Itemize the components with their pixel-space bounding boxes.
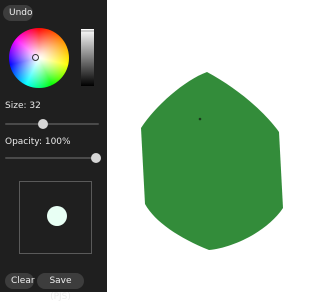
size-slider-thumb[interactable]: [38, 119, 48, 129]
opacity-slider-thumb[interactable]: [91, 153, 101, 163]
brush-preview: [19, 181, 92, 254]
save-button[interactable]: Save (PJS): [37, 273, 84, 302]
cursor-dot: [198, 117, 202, 121]
canvas-surface: [141, 72, 283, 250]
brightness-slider[interactable]: [81, 29, 94, 86]
drawing-canvas[interactable]: [107, 0, 320, 292]
brush-preview-dot: [47, 206, 67, 226]
size-slider-track[interactable]: [5, 123, 99, 125]
tool-panel: Undo Size: 32 Opacity: 100% Clear Save (…: [0, 0, 107, 302]
opacity-label: Opacity: 100%: [5, 137, 71, 147]
clear-button[interactable]: Clear: [5, 273, 35, 289]
brightness-slider-handle[interactable]: [81, 30, 94, 32]
size-label: Size: 32: [5, 101, 41, 111]
opacity-slider-track[interactable]: [5, 157, 99, 159]
color-wheel-selector[interactable]: [32, 54, 39, 61]
undo-button[interactable]: Undo: [3, 5, 33, 21]
color-wheel[interactable]: [9, 28, 69, 88]
painted-stroke: [141, 72, 283, 250]
